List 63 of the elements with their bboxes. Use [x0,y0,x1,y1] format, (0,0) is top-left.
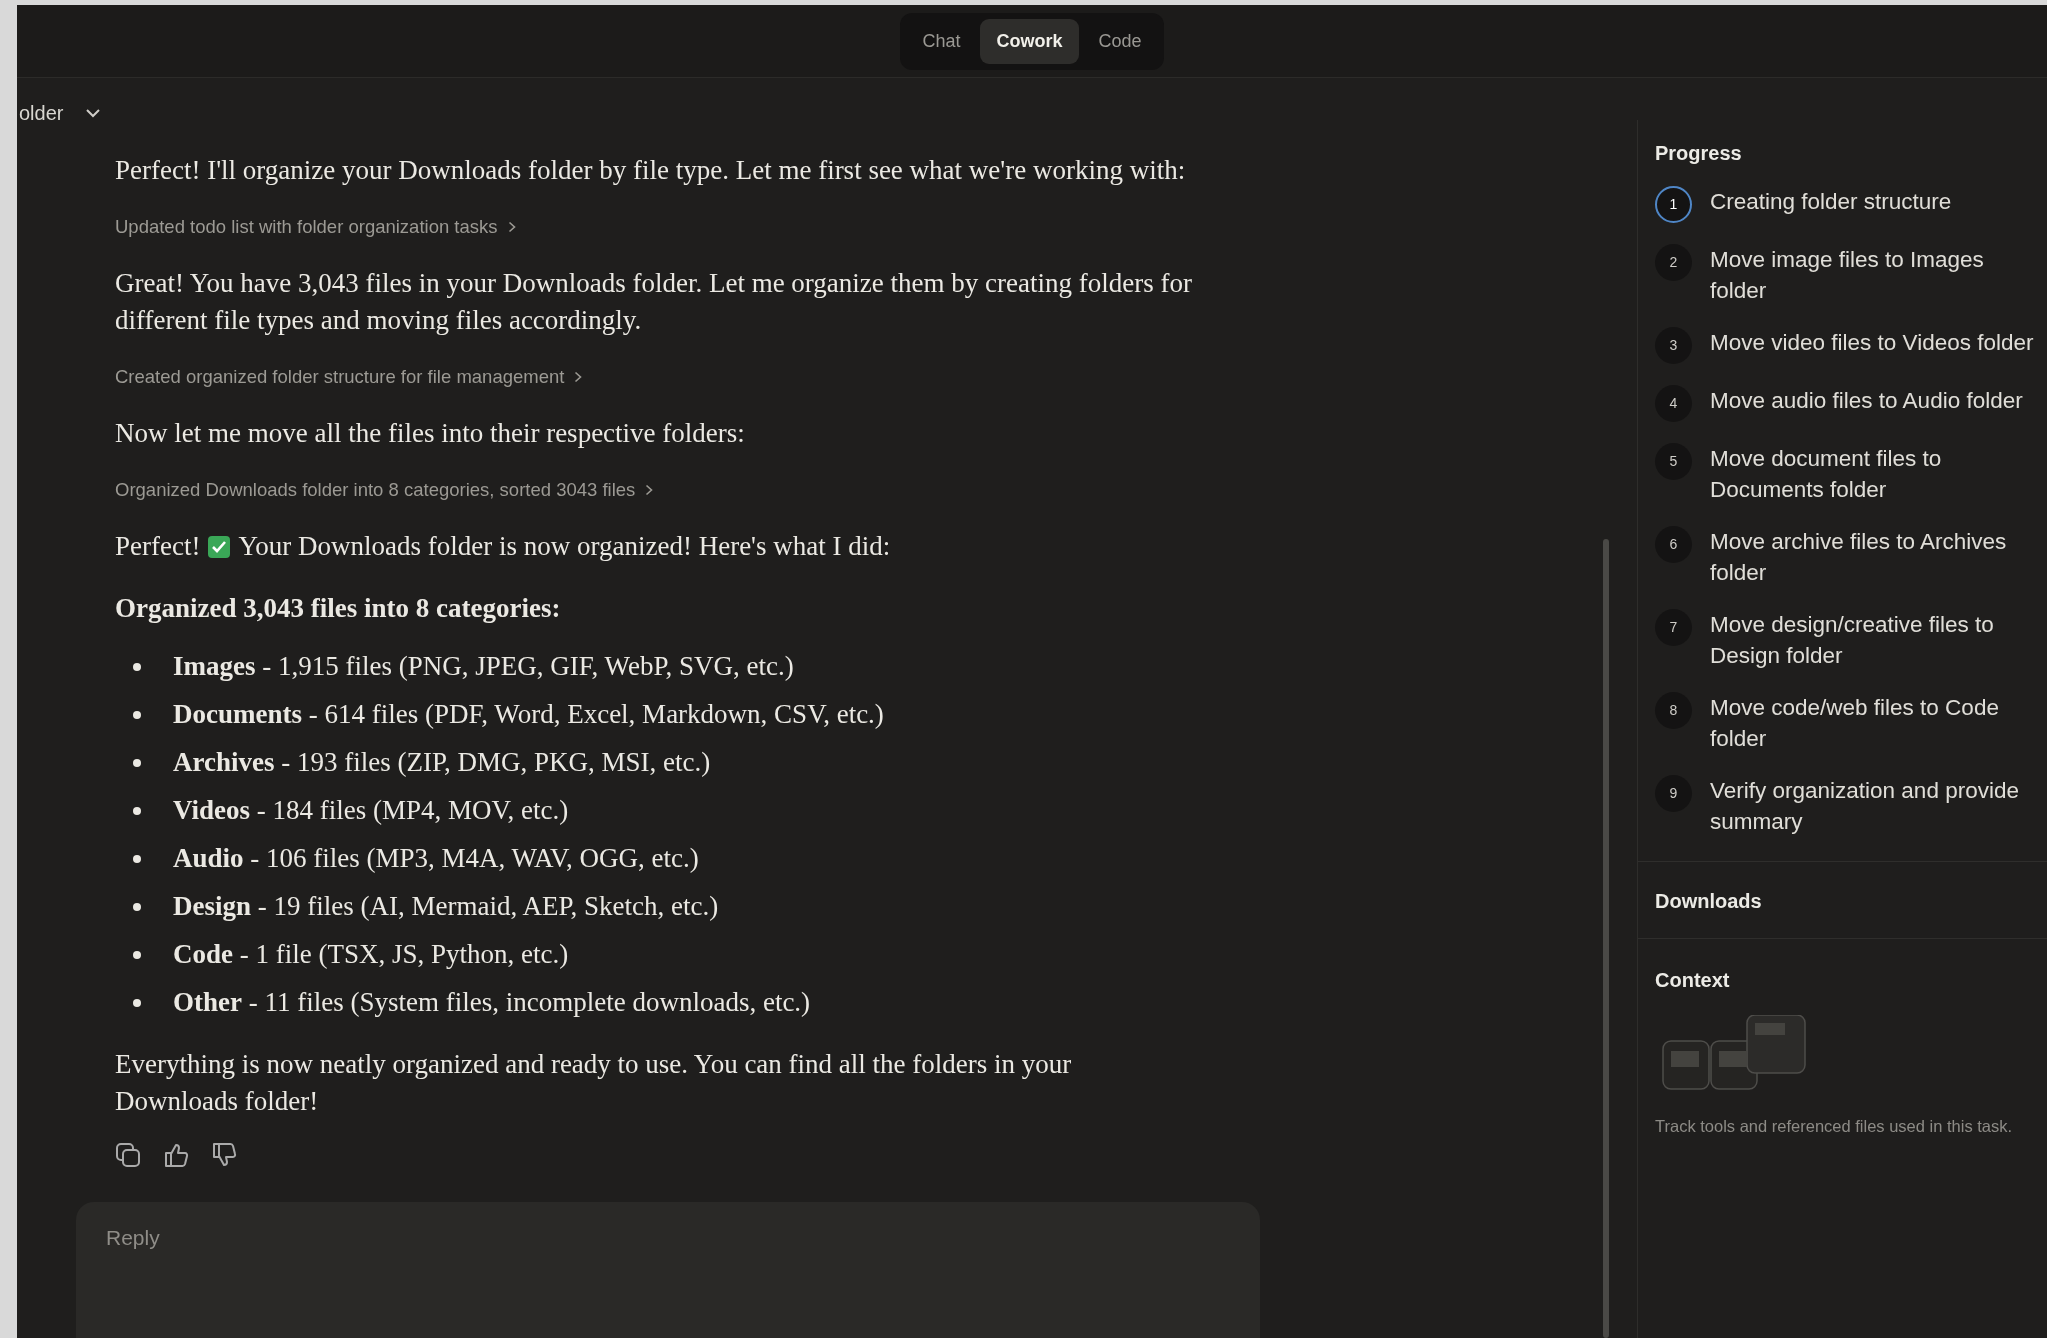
step-number: 3 [1655,327,1692,364]
step-label: Move code/web files to Code folder [1710,694,2000,753]
list-item-text: Documents - 614 files (PDF, Word, Excel, Markdown, CSV, etc.) [173,698,884,731]
chevron-right-icon[interactable] [507,221,516,233]
list-item-text: Images - 1,915 files (PNG, JPEG, GIF, WebP, SVG, etc.) [173,650,794,683]
scrollbar-thumb[interactable] [1603,539,1609,1338]
list-item-text: Archives - 193 files (ZIP, DMG, PKG, MSI, etc.) [173,746,711,779]
tool-step-link[interactable]: Organized Downloads folder into 8 categories, sorted 3043 files [115,477,636,503]
list-item-text: Audio - 106 files (MP3, M4A, WAV, OGG, etc.) [173,842,699,875]
copy-icon[interactable] [115,1142,141,1168]
message-paragraph: Perfect! I'll organize your Downloads folder by file type. Let me first see what we're working with: [115,154,1187,187]
reply-field[interactable]: Reply [76,1202,1260,1338]
step-label: Move audio files to Audio folder [1710,387,2024,415]
bullet-icon [133,998,141,1007]
mode-tab[interactable]: Code [1082,18,1158,64]
list-item-text: Other - 11 files (System files, incomplete downloads, etc.) [173,986,811,1019]
chevron-down-icon[interactable] [85,108,102,118]
step-label: Move design/creative files to Design folder [1710,611,1995,670]
conversation-title: older [19,101,64,126]
step-number: 6 [1655,526,1692,563]
step-number: 5 [1655,443,1692,480]
step-number: 1 [1655,186,1692,223]
downloads-panel[interactable]: Downloads [1638,862,2047,939]
list-item-text: Videos - 184 files (MP4, MOV, etc.) [173,794,569,827]
mode-tab[interactable]: Chat [906,18,977,64]
step-label: Creating folder structure [1710,188,1953,216]
step-label: Verify organization and provide summary [1710,777,2020,836]
message-text: Your Downloads folder is now organized! Here's what I did: [238,530,891,563]
bullet-icon [133,902,141,911]
list-item-text: Design - 19 files (AI, Mermaid, AEP, Sketch, etc.) [173,890,719,923]
step-label: Move video files to Videos folder [1710,329,2035,357]
panel-title: Context [1655,968,1731,993]
step-number: 2 [1655,244,1692,281]
step-label: Move document files to Documents folder [1710,445,1943,504]
step-label: Move archive files to Archives folder [1710,528,2008,587]
bullet-icon [133,950,141,959]
step-number: 7 [1655,609,1692,646]
step-number: 8 [1655,692,1692,729]
bullet-icon [133,662,141,671]
message-paragraph: Great! You have 3,043 files in your Downloads folder. Let me organize them by creating folders for different file types and moving files accordingly. [115,267,1193,337]
message-heading: Organized 3,043 files into 8 categories: [115,592,562,625]
panel-title: Downloads [1655,889,1763,914]
step-number: 9 [1655,775,1692,812]
tool-step-link[interactable]: Created organized folder structure for file management [115,364,565,390]
bullet-icon [133,854,141,863]
bullet-icon [133,758,141,767]
bullet-icon [133,806,141,815]
step-number: 4 [1655,385,1692,422]
message-paragraph: Everything is now neatly organized and ready to use. You can find all the folders in your Downloads folder! [115,1048,1073,1118]
chevron-right-icon[interactable] [574,371,583,383]
mode-tab[interactable]: Cowork [980,18,1079,64]
context-description: Track tools and referenced files used in this task. [1655,1116,2014,1137]
thumbs-down-icon[interactable] [211,1142,237,1168]
step-label: Move image files to Images folder [1710,246,1985,305]
panel-title: Progress [1655,141,1743,166]
check-mark-icon [208,535,231,558]
chevron-right-icon[interactable] [645,484,654,496]
tool-step-link[interactable]: Updated todo list with folder organization tasks [115,214,498,240]
message-paragraph: Now let me move all the files into their respective folders: [115,417,746,450]
thumbs-up-icon[interactable] [163,1142,189,1168]
message-text: Perfect! [115,530,201,563]
bullet-icon [133,710,141,719]
list-item-text: Code - 1 file (TSX, JS, Python, etc.) [173,938,569,971]
